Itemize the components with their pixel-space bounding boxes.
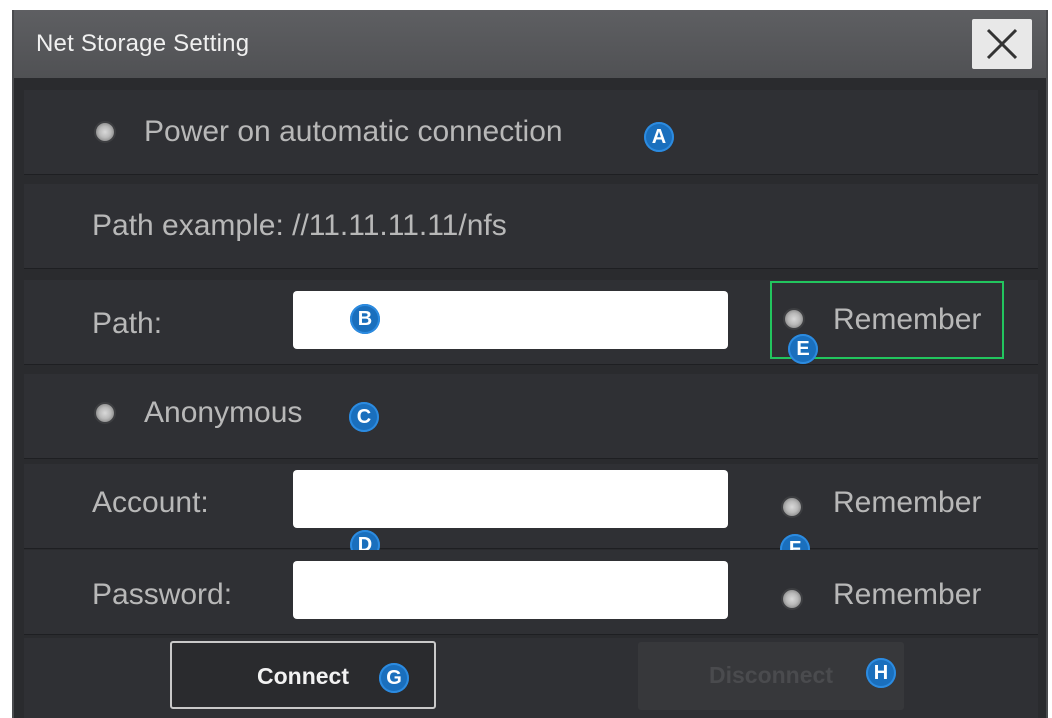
callout-badge-c: C [349, 402, 379, 432]
disconnect-button-label: Disconnect [709, 662, 833, 688]
connect-button-label: Connect [257, 663, 349, 689]
anonymous-label[interactable]: Anonymous [144, 396, 302, 430]
dialog-title: Net Storage Setting [36, 30, 250, 57]
disconnect-button[interactable]: Disconnect [638, 642, 904, 710]
password-remember-label[interactable]: Remember [833, 578, 981, 612]
account-remember-radio[interactable] [781, 496, 803, 518]
callout-badge-g: G [379, 663, 409, 693]
path-remember-label[interactable]: Remember [833, 303, 981, 337]
close-button[interactable] [972, 19, 1032, 69]
auto-connect-label[interactable]: Power on automatic connection [144, 115, 563, 149]
path-remember-radio[interactable] [783, 308, 805, 330]
auto-connect-row: Power on automatic connection A [24, 90, 1038, 175]
password-remember-radio[interactable] [781, 588, 803, 610]
title-bar: Net Storage Setting [14, 10, 1046, 78]
callout-badge-b: B [350, 304, 380, 334]
path-example-text: Path example: //11.11.11.11/nfs [92, 209, 507, 242]
callout-badge-e: E [788, 334, 818, 364]
password-input[interactable] [293, 561, 728, 619]
close-x-icon [986, 28, 1018, 60]
password-label: Password: [92, 578, 233, 611]
callout-badge-h: H [866, 658, 896, 688]
anonymous-radio[interactable] [94, 402, 116, 424]
auto-connect-radio[interactable] [94, 121, 116, 143]
path-label: Path: [92, 307, 163, 340]
account-label: Account: [92, 486, 209, 519]
anonymous-row: Anonymous C [24, 374, 1038, 459]
account-row: Account: D Remember F [24, 464, 1038, 564]
account-input[interactable] [293, 470, 728, 528]
button-row: Connect G Disconnect H [24, 638, 1038, 718]
net-storage-dialog: Net Storage Setting Power on automatic c… [12, 10, 1048, 718]
password-row: Password: Remember [24, 550, 1038, 635]
callout-badge-a: A [644, 122, 674, 152]
path-example-row: Path example: //11.11.11.11/nfs [24, 184, 1038, 269]
path-row: Path: B Remember E [24, 280, 1038, 365]
account-remember-label[interactable]: Remember [833, 486, 981, 520]
